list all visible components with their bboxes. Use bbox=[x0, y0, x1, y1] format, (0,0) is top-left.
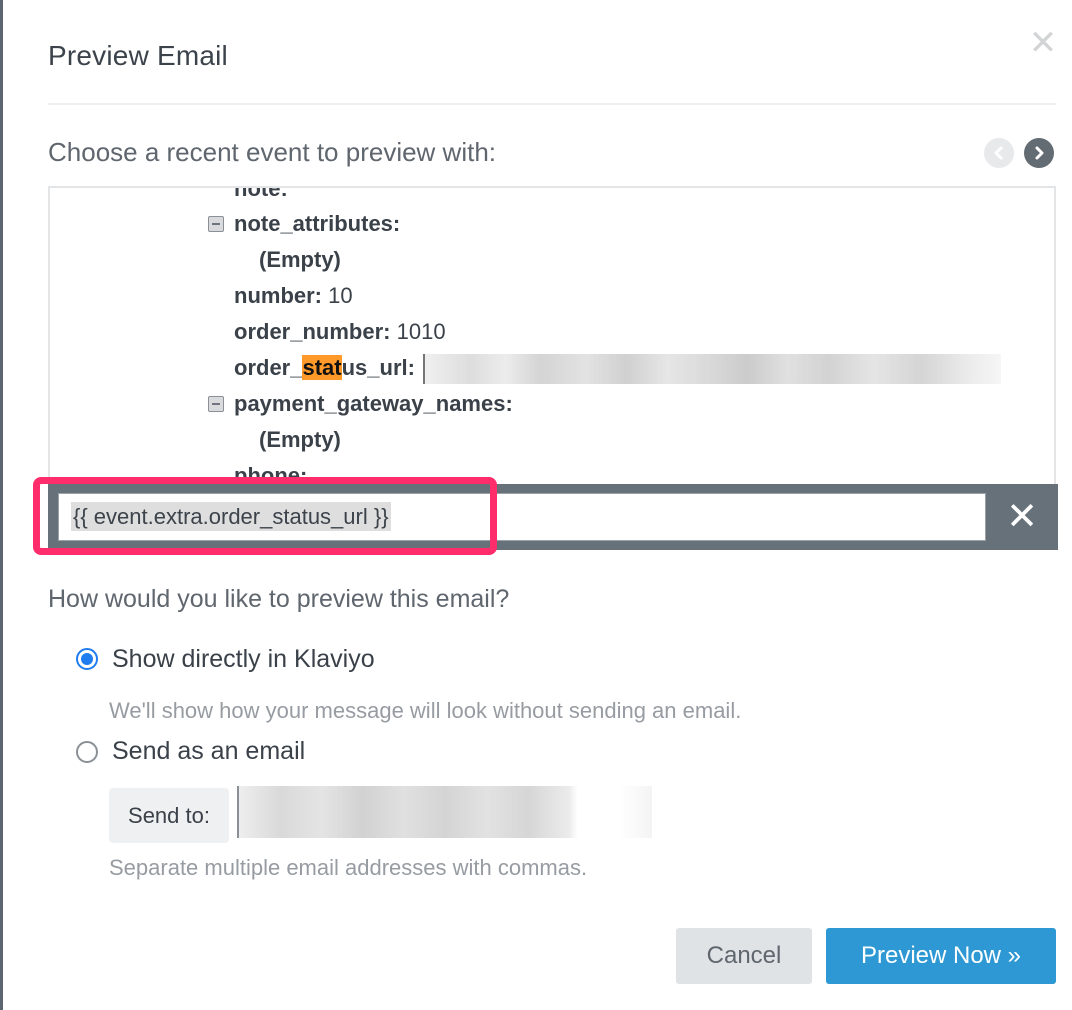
search-match-highlight: stat bbox=[302, 355, 342, 380]
radio-label-send-as-email[interactable]: Send as an email bbox=[112, 737, 305, 766]
collapse-icon[interactable] bbox=[208, 396, 224, 412]
tree-key: (Empty) bbox=[259, 427, 341, 452]
event-data-tree[interactable]: note: note_attributes: (Empty) number: 1… bbox=[48, 186, 1056, 486]
header-divider bbox=[48, 103, 1056, 105]
tree-row: (Empty) bbox=[259, 245, 341, 275]
redacted-value bbox=[423, 354, 1002, 385]
collapse-icon[interactable] bbox=[208, 216, 224, 232]
tree-key: phone: bbox=[234, 463, 308, 486]
dialog-title: Preview Email bbox=[48, 40, 228, 71]
tree-key: order_status_url: bbox=[234, 355, 415, 380]
clear-search-icon[interactable]: ✕ bbox=[993, 493, 1051, 541]
tree-row: note: bbox=[234, 186, 288, 204]
tree-row: order_number: 1010 bbox=[234, 317, 446, 347]
show-in-klaviyo-help: We'll show how your message will look wi… bbox=[109, 698, 742, 723]
radio-label-show-in-klaviyo[interactable]: Show directly in Klaviyo bbox=[112, 645, 375, 674]
tree-key-suffix: us_url: bbox=[341, 355, 415, 380]
chevron-right-icon bbox=[1035, 146, 1044, 160]
tree-row: order_status_url: bbox=[234, 353, 1002, 385]
previous-event-button[interactable] bbox=[984, 138, 1014, 168]
preview-mode-question: How would you like to preview this email… bbox=[48, 585, 510, 613]
tree-row: payment_gateway_names: bbox=[234, 389, 513, 419]
tree-key: (Empty) bbox=[259, 247, 341, 272]
tree-key: payment_gateway_names: bbox=[234, 391, 513, 416]
preview-now-button[interactable]: Preview Now » bbox=[826, 928, 1056, 984]
tree-row: note_attributes: bbox=[234, 209, 400, 239]
tree-key-prefix: order_ bbox=[234, 355, 303, 380]
radio-show-in-klaviyo[interactable] bbox=[76, 648, 98, 670]
radio-send-as-email[interactable] bbox=[76, 741, 98, 763]
event-picker-label: Choose a recent event to preview with: bbox=[48, 137, 497, 167]
tree-value: 1010 bbox=[396, 319, 446, 344]
tree-key: note: bbox=[234, 186, 288, 201]
search-input[interactable]: {{ event.extra.order_status_url }} bbox=[58, 493, 986, 541]
send-to-email-input[interactable] bbox=[237, 786, 652, 838]
tree-row: (Empty) bbox=[259, 425, 341, 455]
tree-value: 10 bbox=[328, 283, 353, 308]
search-input-value: {{ event.extra.order_status_url }} bbox=[71, 502, 391, 531]
cancel-button[interactable]: Cancel bbox=[676, 928, 812, 984]
send-to-label: Send to: bbox=[109, 788, 229, 843]
tree-row: number: 10 bbox=[234, 281, 353, 311]
close-icon[interactable]: ✕ bbox=[1028, 26, 1058, 60]
send-to-help: Separate multiple email addresses with c… bbox=[109, 855, 588, 880]
preview-email-dialog: Preview Email ✕ Choose a recent event to… bbox=[3, 0, 1072, 1010]
next-event-button[interactable] bbox=[1024, 138, 1054, 168]
tree-key: note_attributes: bbox=[234, 211, 401, 236]
tree-key: number: bbox=[234, 283, 322, 308]
tree-row: phone: bbox=[234, 461, 307, 486]
chevron-left-icon bbox=[994, 146, 1003, 160]
tree-key: order_number: bbox=[234, 319, 391, 344]
